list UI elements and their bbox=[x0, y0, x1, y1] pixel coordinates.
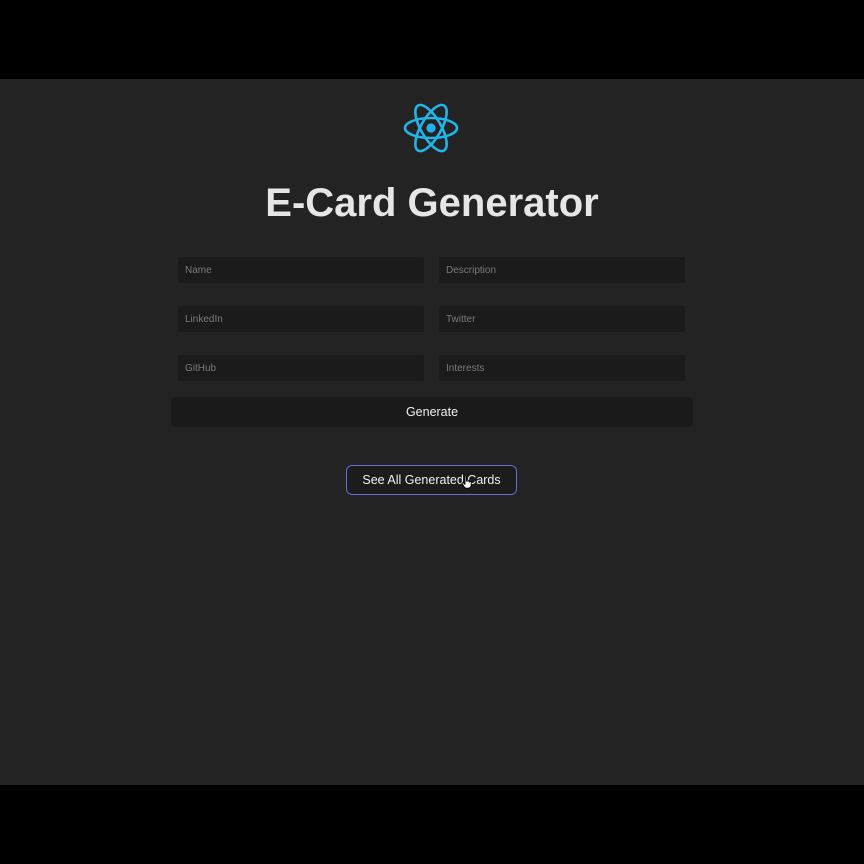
name-input[interactable] bbox=[178, 257, 424, 283]
letterbox-bottom bbox=[0, 785, 864, 864]
github-input[interactable] bbox=[178, 355, 424, 381]
generate-button[interactable]: Generate bbox=[171, 397, 693, 427]
interests-input[interactable] bbox=[439, 355, 685, 381]
app-page: E-Card Generator Generate See All Genera… bbox=[0, 79, 864, 785]
twitter-input[interactable] bbox=[439, 306, 685, 332]
react-atom-icon bbox=[403, 103, 459, 153]
page-title: E-Card Generator bbox=[265, 181, 599, 225]
linkedin-input[interactable] bbox=[178, 306, 424, 332]
description-input[interactable] bbox=[439, 257, 685, 283]
hand-pointer-icon bbox=[461, 475, 472, 489]
see-all-cards-button[interactable]: See All Generated Cards bbox=[346, 465, 517, 495]
letterbox-top bbox=[0, 0, 864, 79]
